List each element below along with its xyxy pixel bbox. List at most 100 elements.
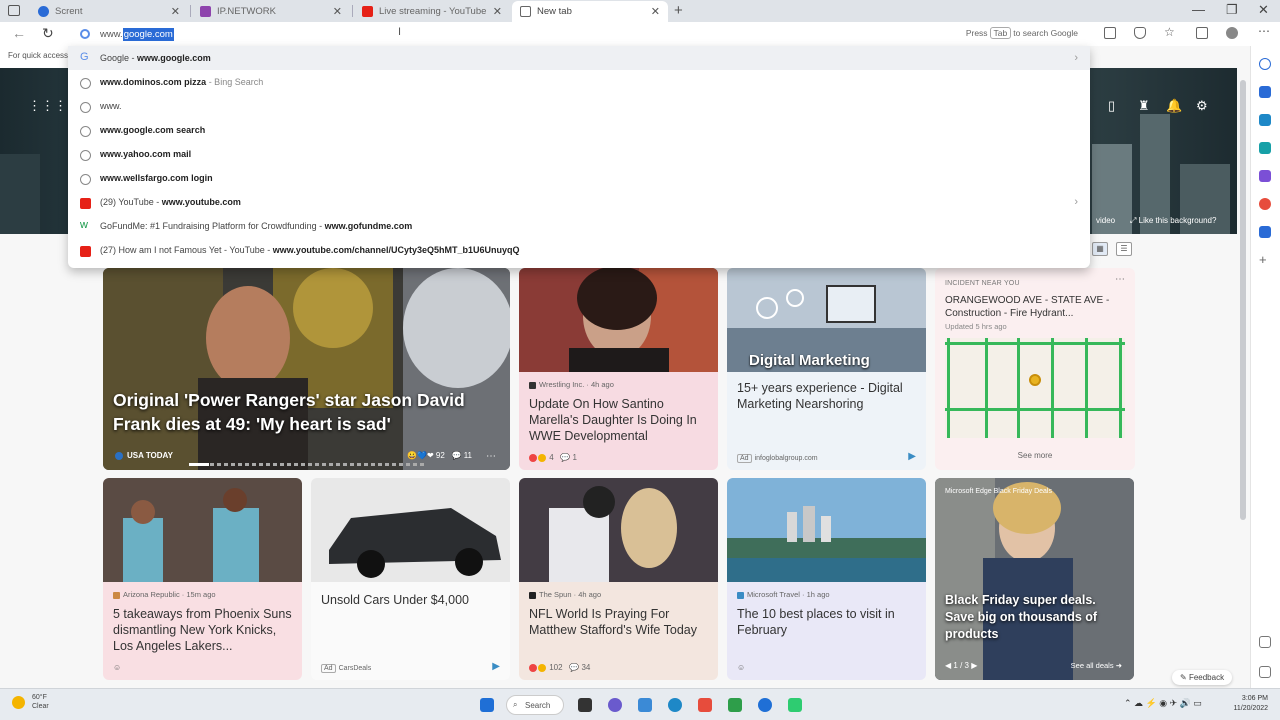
hero-card-title[interactable]: Original 'Power Rangers' star Jason Davi… (113, 388, 503, 436)
edge-icon[interactable] (668, 698, 682, 712)
xbox-icon[interactable] (728, 698, 742, 712)
hero-news-card[interactable]: Original 'Power Rangers' star Jason Davi… (103, 268, 510, 470)
incident-map-card[interactable]: INCIDENT NEAR YOU ⋯ ORANGEWOOD AVE - STA… (935, 268, 1135, 470)
new-tab-plus-icon[interactable]: + (674, 2, 683, 19)
grid-view-icon[interactable]: ▦ (1092, 242, 1108, 256)
list-view-icon[interactable]: ☰ (1116, 242, 1132, 256)
maximize-icon[interactable]: ❐ (1226, 2, 1238, 18)
see-all-deals-link[interactable]: See all deals ➜ (1071, 661, 1122, 670)
tab-new-tab[interactable]: New tab ✕ (512, 1, 668, 22)
card-reactions[interactable]: 4 💬 1 (529, 453, 577, 462)
promo-pager[interactable]: ◀ 1 / 3 ▶ (945, 661, 977, 670)
ad-card-cars[interactable]: Unsold Cars Under $4,000 Ad CarsDeals ▶ (311, 478, 510, 680)
search-icon[interactable] (1259, 58, 1271, 70)
suggestion-item[interactable]: (27) How am I not Famous Yet - YouTube -… (68, 238, 1090, 262)
app-icon[interactable] (788, 698, 802, 712)
address-bar[interactable]: www. google.com I Press Tab to search Googl… (68, 22, 1090, 46)
back-arrow-icon[interactable]: ← (12, 25, 26, 41)
taskbar-clock[interactable]: 3:06 PM 11/20/2022 (1233, 694, 1268, 714)
card-reactions[interactable]: 102 💬 34 (529, 663, 590, 672)
suggestion-item[interactable]: www.yahoo.com mail (68, 142, 1090, 166)
refresh-icon[interactable]: ↻ (42, 25, 54, 42)
react-button[interactable]: ☺ (113, 663, 121, 672)
suggestion-item[interactable]: www.dominos.com pizza - Bing Search (68, 70, 1090, 94)
workspaces-icon[interactable] (8, 5, 20, 16)
ad-choices-icon[interactable]: ▶ (908, 451, 916, 462)
chat-icon[interactable] (608, 698, 622, 712)
react-button[interactable]: ☺ (737, 663, 745, 672)
news-card-wrestling[interactable]: Wrestling Inc. · 4h ago Update On How Sa… (519, 268, 718, 470)
suggestion-item[interactable]: www.google.com search (68, 118, 1090, 142)
system-tray-icons[interactable]: ⌃ ☁ ⚡ ◉ ✈ 🔊 ▭ (1124, 698, 1202, 709)
collections-icon[interactable] (1196, 27, 1208, 39)
close-window-icon[interactable]: ✕ (1258, 2, 1269, 18)
extensions-icon[interactable] (1134, 27, 1146, 39)
more-options-icon[interactable]: ⋯ (486, 451, 496, 462)
carousel-pager[interactable] (189, 463, 425, 466)
promo-card-black-friday[interactable]: Microsoft Edge Black Friday Deals Black … (935, 478, 1134, 680)
card-title[interactable]: Unsold Cars Under $4,000 (321, 592, 502, 608)
games-icon[interactable] (1259, 142, 1271, 154)
hide-sidebar-icon[interactable] (1259, 666, 1271, 678)
feedback-button[interactable]: ✎ Feedback (1172, 670, 1233, 685)
news-card-nfl[interactable]: The Spun · 4h ago NFL World Is Praying F… (519, 478, 718, 680)
close-icon[interactable]: ✕ (333, 5, 342, 18)
suggestion-item[interactable]: ᴡ GoFundMe: #1 Fundraising Platform for … (68, 214, 1090, 238)
microsoft-365-icon[interactable] (1259, 170, 1271, 182)
shopping-icon[interactable] (1259, 86, 1271, 98)
settings-gear-icon[interactable]: ⚙ (1196, 98, 1208, 114)
card-title[interactable]: The 10 best places to visit in February (737, 606, 918, 638)
card-title[interactable]: NFL World Is Praying For Matthew Staffor… (529, 606, 710, 638)
rewards-icon[interactable]: ♜ (1138, 98, 1150, 114)
incident-map[interactable] (945, 338, 1125, 438)
split-screen-icon[interactable] (1104, 27, 1116, 39)
incident-pin-icon[interactable] (1029, 374, 1041, 386)
ad-choices-icon[interactable]: ▶ (492, 661, 500, 672)
notifications-bell-icon[interactable]: 🔔 (1166, 98, 1182, 114)
mobile-icon[interactable]: ▯ (1108, 98, 1115, 114)
more-options-icon[interactable]: ⋯ (1115, 274, 1125, 285)
start-windows-icon[interactable] (480, 698, 494, 712)
pager-prev-icon[interactable]: ◀ (945, 661, 951, 670)
task-view-icon[interactable] (578, 698, 592, 712)
pager-next-icon[interactable]: ▶ (971, 661, 977, 670)
page-scrollbar[interactable] (1240, 80, 1246, 520)
see-more-link[interactable]: See more (935, 451, 1135, 460)
card-title[interactable]: Update On How Santino Marella's Daughter… (529, 396, 710, 444)
favorites-star-icon[interactable]: ☆ (1164, 25, 1176, 39)
tab-scrent[interactable]: Scrent ✕ (30, 1, 188, 22)
weather-widget[interactable]: 60°F Clear (12, 693, 49, 711)
news-card-suns[interactable]: Arizona Republic · 15m ago 5 takeaways f… (103, 478, 302, 680)
promo-title[interactable]: Black Friday super deals. Save big on th… (945, 592, 1122, 643)
card-title[interactable]: 15+ years experience - Digital Marketing… (737, 380, 918, 412)
suggestion-item[interactable]: G Google - www.google.com › (68, 46, 1090, 70)
suggestion-item[interactable]: www.wellsfargo.com login (68, 166, 1090, 190)
chevron-right-icon[interactable]: › (1074, 52, 1078, 64)
sidebar-settings-icon[interactable] (1259, 636, 1271, 648)
news-card-travel[interactable]: Microsoft Travel · 1h ago The 10 best pl… (727, 478, 926, 680)
tab-ipnetwork[interactable]: IP.NETWORK ✕ (192, 1, 350, 22)
close-icon[interactable]: ✕ (651, 5, 660, 18)
apps-grid-icon[interactable]: ⋮⋮⋮ (28, 98, 67, 114)
tab-youtube-studio[interactable]: Live streaming - YouTube Studio ✕ (354, 1, 510, 22)
card-title[interactable]: 5 takeaways from Phoenix Suns dismantlin… (113, 606, 294, 654)
office-icon[interactable] (698, 698, 712, 712)
hero-card-reactions[interactable]: 😀💙❤ 92 💬 11 (407, 451, 472, 460)
more-menu-icon[interactable]: ⋯ (1258, 24, 1270, 38)
close-icon[interactable]: ✕ (171, 5, 180, 18)
incident-title[interactable]: ORANGEWOOD AVE - STATE AVE - Constructio… (945, 294, 1123, 320)
like-background-link[interactable]: ⤢ Like this background? (1130, 216, 1216, 226)
outlook-icon[interactable] (1259, 226, 1271, 238)
ad-card-digital-marketing[interactable]: Digital Marketing 15+ years experience -… (727, 268, 926, 470)
app-icon[interactable] (758, 698, 772, 712)
close-icon[interactable]: ✕ (493, 5, 502, 18)
tools-icon[interactable] (1259, 114, 1271, 126)
add-plus-icon[interactable]: + (1259, 253, 1271, 266)
profile-avatar-icon[interactable] (1226, 27, 1238, 39)
suggestion-item[interactable]: www. (68, 94, 1090, 118)
video-toggle[interactable]: video (1096, 216, 1115, 225)
office-icon[interactable] (1259, 198, 1271, 210)
suggestion-item[interactable]: (29) YouTube - www.youtube.com › (68, 190, 1090, 214)
minimize-icon[interactable]: — (1192, 2, 1205, 17)
taskbar-search[interactable]: ⌕ Search (506, 695, 564, 715)
